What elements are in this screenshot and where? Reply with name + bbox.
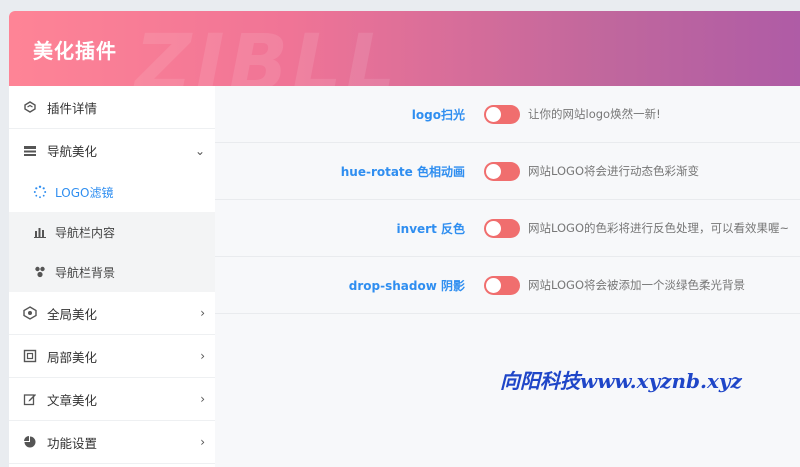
pie-icon [23, 435, 37, 449]
frame-icon [23, 349, 37, 363]
spinner-icon [33, 185, 47, 199]
setting-description: 网站LOGO将会被添加一个淡绿色柔光背景 [528, 278, 746, 292]
sidebar-subitem-label: LOGO滤镜 [55, 185, 114, 200]
bar-chart-icon [33, 225, 47, 239]
settings-content: logo扫光 让你的网站logo焕然一新! hue-rotate 色相动画 网站… [215, 86, 800, 467]
sidebar-item-nav-beautify[interactable]: 导航美化 ⌄ [9, 129, 215, 172]
panel-header: ZIBLL 美化插件 [9, 11, 800, 86]
edit-icon [23, 392, 37, 406]
setting-row-invert: invert 反色 网站LOGO的色彩将进行反色处理，可以看效果喔~ [215, 200, 800, 257]
puzzle-icon [23, 100, 37, 114]
sidebar-item-label: 全局美化 [47, 306, 98, 322]
invert-toggle[interactable] [484, 218, 520, 238]
setting-label: logo扫光 [411, 107, 465, 122]
nav-icon [23, 144, 37, 158]
sidebar-item-plugin-details[interactable]: 插件详情 [9, 86, 215, 129]
toggle-knob [486, 163, 501, 179]
hue-rotate-toggle[interactable] [484, 161, 520, 181]
sidebar-item-label: 局部美化 [47, 349, 98, 365]
sidebar-item-label: 文章美化 [47, 392, 98, 408]
setting-row-hue-rotate: hue-rotate 色相动画 网站LOGO将会进行动态色彩渐变 [215, 143, 800, 200]
sidebar-item-label: 功能设置 [47, 435, 98, 451]
chevron-down-icon: ⌄ [194, 143, 205, 158]
chevron-right-icon: › [200, 306, 205, 320]
sidebar-item-function-settings[interactable]: 功能设置 › [9, 421, 215, 464]
setting-row-drop-shadow: drop-shadow 阴影 网站LOGO将会被添加一个淡绿色柔光背景 [215, 257, 800, 314]
sidebar-subitem-label: 导航栏内容 [55, 225, 116, 240]
setting-label: hue-rotate 色相动画 [340, 164, 465, 179]
setting-description: 网站LOGO将会进行动态色彩渐变 [528, 164, 700, 178]
header-watermark: ZIBLL [135, 19, 400, 86]
plugin-panel: ZIBLL 美化插件 插件详情 导航美化 ⌄ LOGO滤镜 导航栏内容 导航栏背… [9, 11, 800, 467]
setting-description: 让你的网站logo焕然一新! [528, 107, 661, 121]
setting-label: drop-shadow 阴影 [348, 278, 465, 293]
setting-label: invert 反色 [396, 221, 465, 236]
sidebar-subitem-nav-background[interactable]: 导航栏背景 [9, 252, 215, 292]
sidebar-item-article-beautify[interactable]: 文章美化 › [9, 378, 215, 421]
sidebar: 插件详情 导航美化 ⌄ LOGO滤镜 导航栏内容 导航栏背景 全局美化 › 局部… [9, 86, 215, 467]
toggle-knob [486, 220, 501, 236]
drops-icon [33, 265, 47, 279]
sidebar-subitem-nav-content[interactable]: 导航栏内容 [9, 212, 215, 252]
page-title: 美化插件 [33, 39, 117, 63]
sidebar-item-label: 导航美化 [47, 144, 98, 159]
logo-shine-toggle[interactable] [484, 104, 520, 124]
global-icon [23, 306, 37, 320]
setting-description: 网站LOGO的色彩将进行反色处理，可以看效果喔~ [528, 221, 790, 235]
site-watermark: 向阳科技www.xyznb.xyz [500, 369, 742, 393]
toggle-knob [486, 277, 501, 293]
chevron-right-icon: › [200, 392, 205, 406]
sidebar-item-global-beautify[interactable]: 全局美化 › [9, 292, 215, 335]
toggle-knob [486, 106, 501, 122]
chevron-right-icon: › [200, 349, 205, 363]
sidebar-item-local-beautify[interactable]: 局部美化 › [9, 335, 215, 378]
sidebar-subitem-logo-filter[interactable]: LOGO滤镜 [9, 172, 215, 212]
drop-shadow-toggle[interactable] [484, 275, 520, 295]
sidebar-item-label: 插件详情 [47, 100, 98, 116]
sidebar-subitem-label: 导航栏背景 [55, 265, 116, 280]
setting-row-logo-shine: logo扫光 让你的网站logo焕然一新! [215, 86, 800, 143]
chevron-right-icon: › [200, 435, 205, 449]
